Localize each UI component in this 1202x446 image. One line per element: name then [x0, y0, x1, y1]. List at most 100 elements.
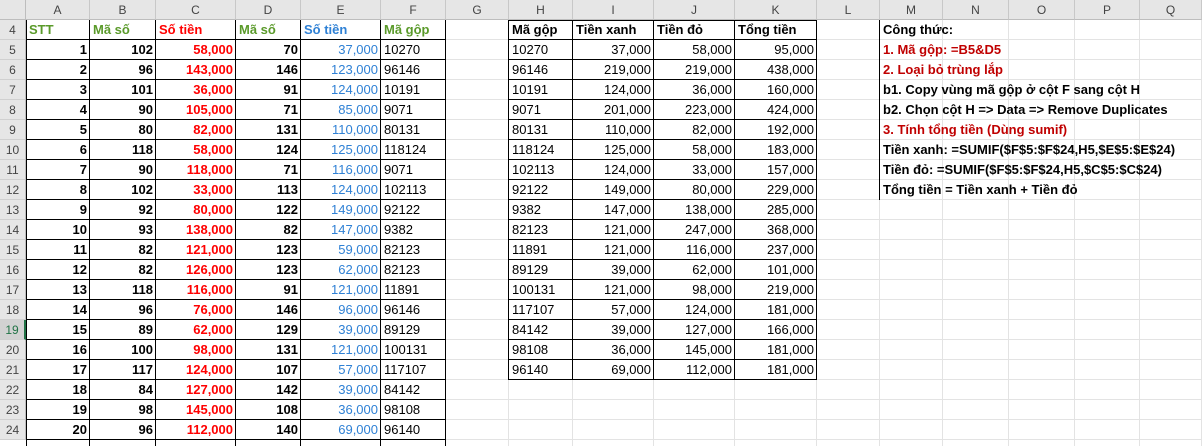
- left-cell[interactable]: 13: [26, 280, 90, 300]
- summary-cell[interactable]: 124,000: [654, 300, 735, 320]
- summary-cell[interactable]: 125,000: [573, 140, 654, 160]
- summary-header-2[interactable]: Tiền đỏ: [654, 20, 735, 40]
- left-cell[interactable]: 20: [26, 420, 90, 440]
- summary-cell[interactable]: 181,000: [735, 340, 817, 360]
- left-cell[interactable]: 100: [90, 340, 156, 360]
- summary-cell[interactable]: 58,000: [654, 140, 735, 160]
- summary-cell[interactable]: 9382: [509, 200, 573, 220]
- row-header-21[interactable]: 21: [0, 360, 26, 380]
- summary-cell[interactable]: 229,000: [735, 180, 817, 200]
- column-header-f[interactable]: F: [381, 0, 446, 20]
- left-cell[interactable]: 131: [236, 340, 301, 360]
- summary-cell[interactable]: 100131: [509, 280, 573, 300]
- left-cell[interactable]: 17: [26, 360, 90, 380]
- left-header-0[interactable]: STT: [26, 20, 90, 40]
- left-cell[interactable]: 80131: [381, 120, 446, 140]
- left-cell[interactable]: 96: [90, 300, 156, 320]
- row-header-12[interactable]: 12: [0, 180, 26, 200]
- left-cell[interactable]: 118,000: [156, 160, 236, 180]
- row-header-10[interactable]: 10: [0, 140, 26, 160]
- column-header-k[interactable]: K: [735, 0, 817, 20]
- summary-cell[interactable]: 101,000: [735, 260, 817, 280]
- summary-cell[interactable]: 124,000: [573, 80, 654, 100]
- row-header-13[interactable]: 13: [0, 200, 26, 220]
- row-header-6[interactable]: 6: [0, 60, 26, 80]
- left-cell[interactable]: 37,000: [301, 40, 381, 60]
- left-cell[interactable]: 124,000: [301, 180, 381, 200]
- column-header-g[interactable]: G: [446, 0, 509, 20]
- left-cell[interactable]: 93: [90, 220, 156, 240]
- left-cell[interactable]: 90: [90, 100, 156, 120]
- left-cell[interactable]: 108: [236, 400, 301, 420]
- left-cell[interactable]: 149,000: [301, 200, 381, 220]
- summary-cell[interactable]: 96146: [509, 60, 573, 80]
- left-cell[interactable]: 105,000: [156, 100, 236, 120]
- summary-header-1[interactable]: Tiền xanh: [573, 20, 654, 40]
- left-cell[interactable]: 96146: [381, 300, 446, 320]
- left-cell[interactable]: 1: [26, 40, 90, 60]
- left-header-3[interactable]: Mã số: [236, 20, 301, 40]
- summary-cell[interactable]: 149,000: [573, 180, 654, 200]
- left-cell[interactable]: 19: [26, 400, 90, 420]
- summary-cell[interactable]: 69,000: [573, 360, 654, 380]
- left-cell[interactable]: 96146: [381, 60, 446, 80]
- left-cell[interactable]: 39,000: [301, 380, 381, 400]
- left-cell[interactable]: 82: [90, 240, 156, 260]
- summary-cell[interactable]: 11891: [509, 240, 573, 260]
- summary-cell[interactable]: 37,000: [573, 40, 654, 60]
- summary-cell[interactable]: 138,000: [654, 200, 735, 220]
- summary-cell[interactable]: 223,000: [654, 100, 735, 120]
- left-cell[interactable]: 2: [26, 60, 90, 80]
- summary-cell[interactable]: 181,000: [735, 300, 817, 320]
- left-cell[interactable]: 117: [90, 360, 156, 380]
- left-cell[interactable]: 124,000: [156, 360, 236, 380]
- left-cell[interactable]: 121,000: [156, 240, 236, 260]
- left-cell[interactable]: 12: [26, 260, 90, 280]
- left-cell[interactable]: 80,000: [156, 200, 236, 220]
- left-cell[interactable]: 90: [90, 160, 156, 180]
- summary-cell[interactable]: 33,000: [654, 160, 735, 180]
- summary-cell[interactable]: 102113: [509, 160, 573, 180]
- summary-cell[interactable]: 84142: [509, 320, 573, 340]
- left-cell[interactable]: 118: [90, 280, 156, 300]
- left-cell[interactable]: 9: [26, 200, 90, 220]
- left-cell[interactable]: 96140: [381, 420, 446, 440]
- summary-cell[interactable]: 201,000: [573, 100, 654, 120]
- summary-cell[interactable]: 80131: [509, 120, 573, 140]
- left-cell[interactable]: 80: [90, 120, 156, 140]
- summary-cell[interactable]: 160,000: [735, 80, 817, 100]
- left-cell[interactable]: 127,000: [156, 380, 236, 400]
- left-cell[interactable]: 123: [236, 260, 301, 280]
- summary-cell[interactable]: 58,000: [654, 40, 735, 60]
- summary-cell[interactable]: 127,000: [654, 320, 735, 340]
- row-header-22[interactable]: 22: [0, 380, 26, 400]
- left-header-4[interactable]: Số tiền: [301, 20, 381, 40]
- left-cell[interactable]: 82123: [381, 240, 446, 260]
- left-cell[interactable]: 58,000: [156, 140, 236, 160]
- left-cell[interactable]: 92122: [381, 200, 446, 220]
- left-cell[interactable]: 57,000: [301, 360, 381, 380]
- summary-cell[interactable]: 247,000: [654, 220, 735, 240]
- summary-cell[interactable]: 424,000: [735, 100, 817, 120]
- summary-cell[interactable]: 121,000: [573, 220, 654, 240]
- row-header-15[interactable]: 15: [0, 240, 26, 260]
- column-header-j[interactable]: J: [654, 0, 735, 20]
- summary-cell[interactable]: 121,000: [573, 280, 654, 300]
- left-cell[interactable]: 76,000: [156, 300, 236, 320]
- left-cell[interactable]: 8: [26, 180, 90, 200]
- summary-cell[interactable]: 10191: [509, 80, 573, 100]
- left-cell[interactable]: 39,000: [301, 320, 381, 340]
- left-cell[interactable]: 7: [26, 160, 90, 180]
- row-header-17[interactable]: 17: [0, 280, 26, 300]
- left-cell[interactable]: 146: [236, 60, 301, 80]
- left-header-5[interactable]: Mã gộp: [381, 20, 446, 40]
- summary-cell[interactable]: 166,000: [735, 320, 817, 340]
- summary-cell[interactable]: 219,000: [573, 60, 654, 80]
- left-cell[interactable]: 113: [236, 180, 301, 200]
- left-cell[interactable]: 36,000: [301, 400, 381, 420]
- left-cell[interactable]: 100131: [381, 340, 446, 360]
- left-cell[interactable]: 102: [90, 40, 156, 60]
- column-header-o[interactable]: O: [1009, 0, 1075, 20]
- left-header-1[interactable]: Mã số: [90, 20, 156, 40]
- left-cell[interactable]: 82: [90, 260, 156, 280]
